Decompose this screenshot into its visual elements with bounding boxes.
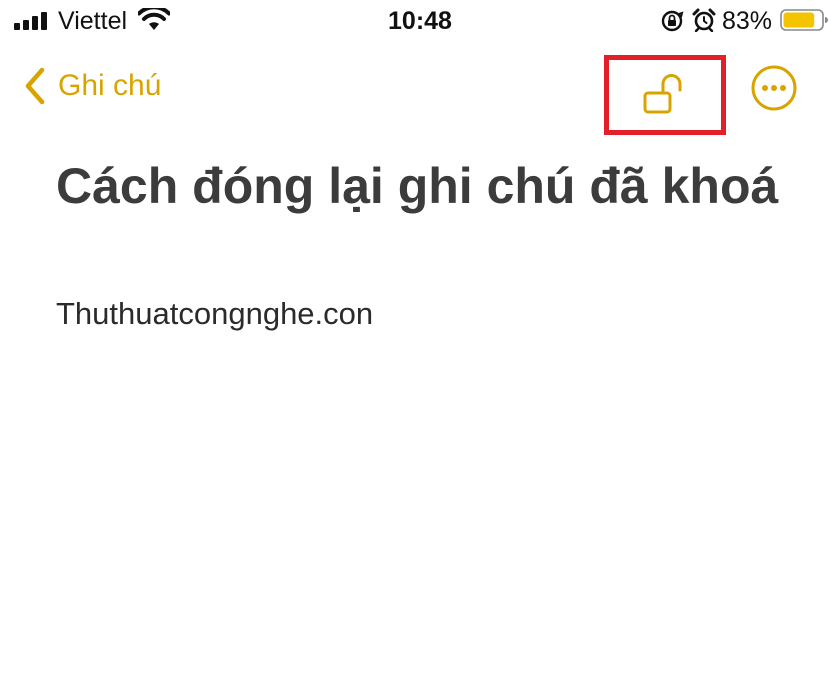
status-bar: Viettel 10:48 83%	[0, 0, 840, 42]
battery-icon	[780, 9, 828, 31]
back-button-label: Ghi chú	[58, 69, 162, 102]
battery-percentage: 83%	[722, 7, 773, 35]
more-options-icon[interactable]	[750, 64, 798, 112]
lock-button[interactable]	[604, 55, 726, 135]
alarm-icon	[692, 8, 716, 32]
orientation-lock-icon	[661, 10, 684, 32]
chevron-left-icon	[25, 67, 45, 105]
note-title[interactable]: Cách đóng lại ghi chú đã khoá	[56, 150, 796, 222]
unlocked-padlock-icon	[643, 74, 682, 114]
back-button[interactable]: Ghi chú	[24, 62, 161, 110]
notes-screen: Viettel 10:48 83% Ghi chú Cách đóng lại …	[0, 0, 840, 678]
note-body[interactable]: Thuthuatcongnghe.con	[56, 292, 373, 336]
